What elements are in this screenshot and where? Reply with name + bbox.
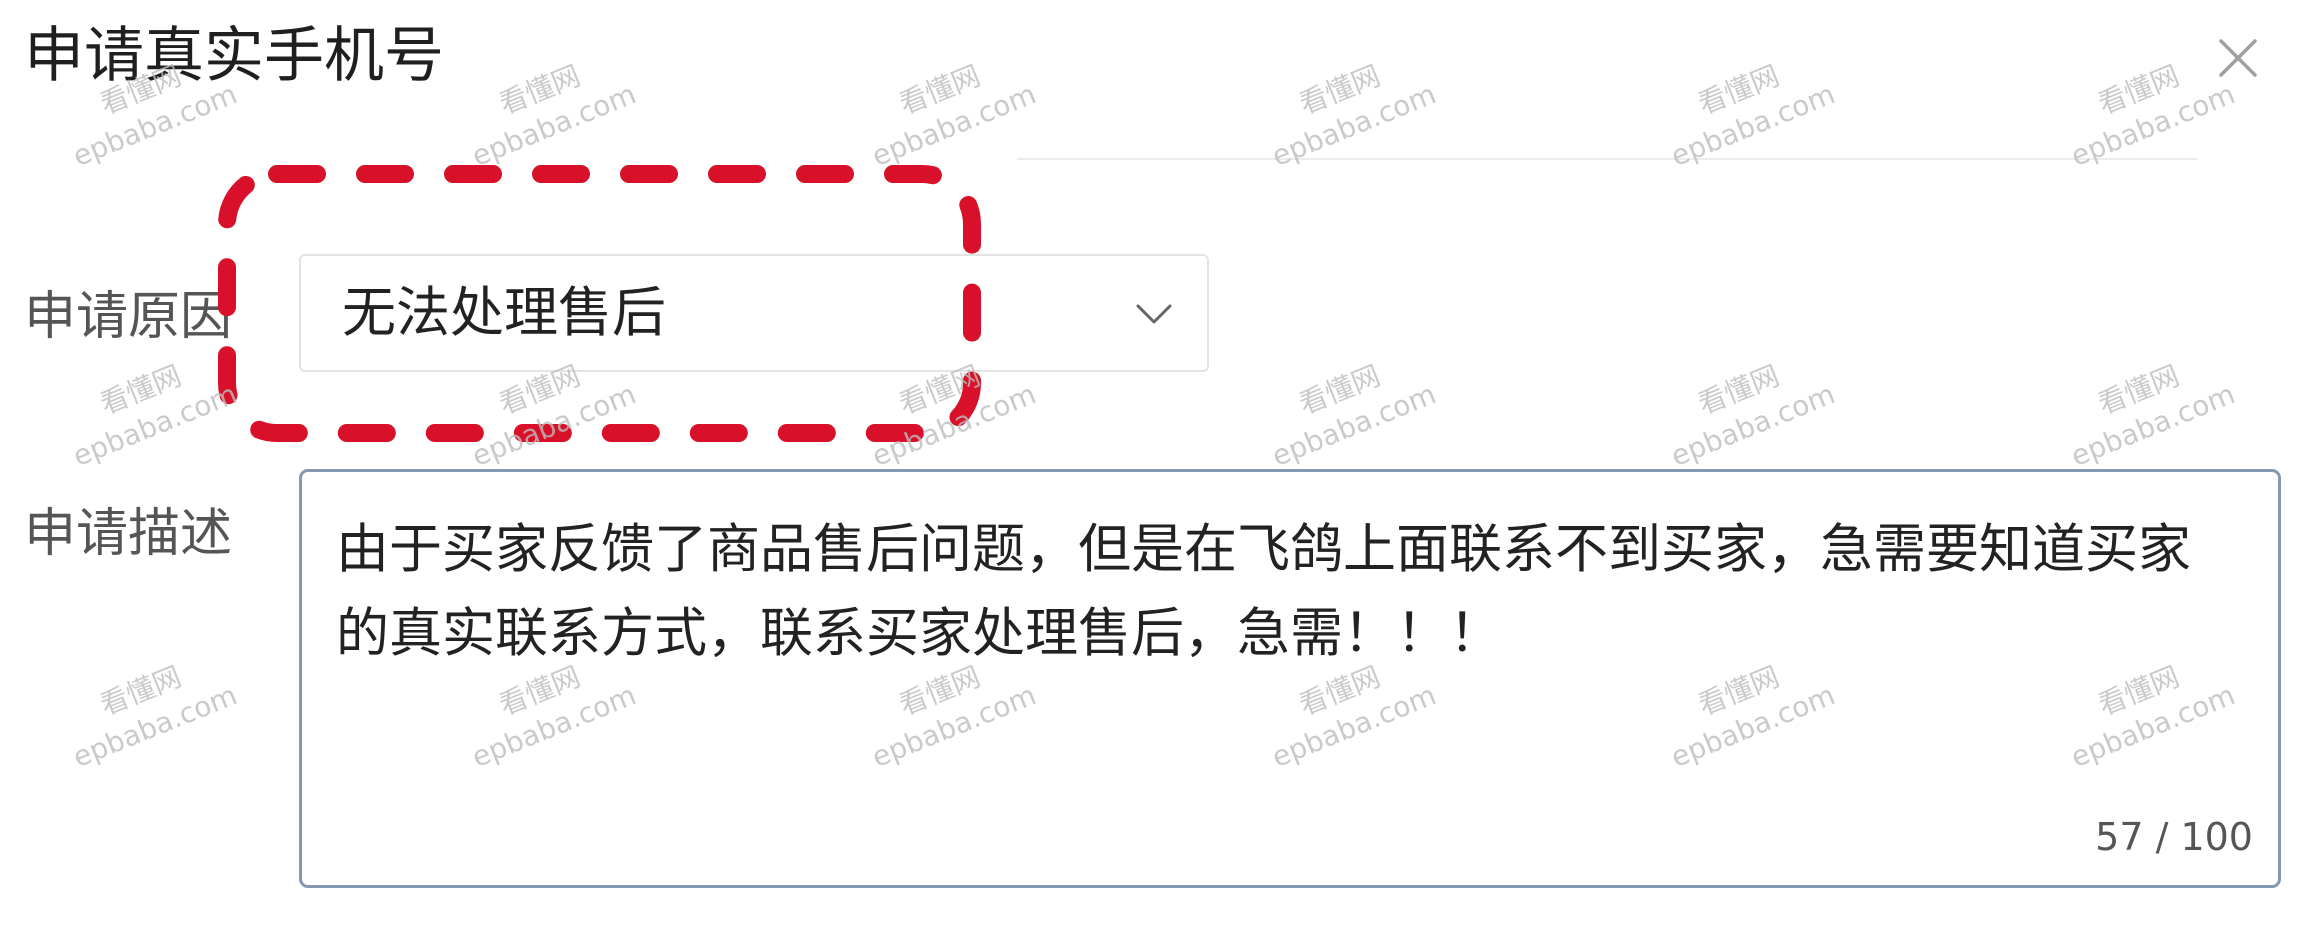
watermark-domain: epbaba.com [467,77,641,173]
watermark-brand: 看懂网 [2093,358,2184,421]
watermark-domain: epbaba.com [1666,77,1840,173]
watermark-domain: epbaba.com [2066,377,2240,473]
watermark-domain: epbaba.com [467,377,641,473]
watermark: 看懂网 epbaba.com [53,641,242,776]
reason-select-value: 无法处理售后 [342,281,666,344]
watermark: 看懂网 epbaba.com [452,40,641,175]
watermark-brand: 看懂网 [494,58,585,121]
watermark-domain: epbaba.com [1267,377,1441,473]
description-textarea[interactable]: 由于买家反馈了商品售后问题，但是在飞鸽上面联系不到买家，急需要知道买家 的真实联… [299,469,2281,888]
watermark: 看懂网 epbaba.com [1252,340,1441,475]
watermark: 看懂网 epbaba.com [1252,40,1441,175]
watermark: 看懂网 epbaba.com [1651,40,1840,175]
watermark-domain: epbaba.com [68,678,242,774]
dialog: 申请真实手机号 申请原因 无法处理售后 申请描述 由于买家反馈了商品售后问题，但… [0,0,2312,952]
character-counter: 57 / 100 [2095,815,2253,859]
close-icon [2219,39,2257,77]
watermark: 看懂网 epbaba.com [53,340,242,475]
header-divider [1017,158,2197,160]
watermark-brand: 看懂网 [894,58,985,121]
watermark-brand: 看懂网 [1294,58,1385,121]
watermark-brand: 看懂网 [1693,358,1784,421]
watermark-domain: epbaba.com [1267,77,1441,173]
description-line: 由于买家反馈了商品售后问题，但是在飞鸽上面联系不到买家，急需要知道买家 [336,519,2191,580]
watermark: 看懂网 epbaba.com [2051,40,2240,175]
watermark-brand: 看懂网 [2093,58,2184,121]
dialog-title: 申请真实手机号 [24,21,444,91]
watermark-domain: epbaba.com [1666,377,1840,473]
watermark-domain: epbaba.com [2066,77,2240,173]
watermark-brand: 看懂网 [95,358,186,421]
watermark-brand: 看懂网 [1294,358,1385,421]
watermark: 看懂网 epbaba.com [852,40,1041,175]
reason-select[interactable]: 无法处理售后 [299,254,1209,372]
reason-label: 申请原因 [24,287,233,347]
watermark: 看懂网 epbaba.com [1651,340,1840,475]
description-line: 的真实联系方式，联系买家处理售后，急需！！！ [336,603,1502,664]
watermark-brand: 看懂网 [95,659,186,722]
watermark-domain: epbaba.com [867,77,1041,173]
watermark-brand: 看懂网 [1693,58,1784,121]
watermark-domain: epbaba.com [68,377,242,473]
description-text: 由于买家反馈了商品售后问题，但是在飞鸽上面联系不到买家，急需要知道买家 的真实联… [336,508,2191,676]
chevron-down-icon [1136,304,1172,324]
close-button[interactable] [2214,34,2262,82]
description-label: 申请描述 [24,504,233,564]
watermark: 看懂网 epbaba.com [2051,340,2240,475]
watermark-domain: epbaba.com [867,377,1041,473]
